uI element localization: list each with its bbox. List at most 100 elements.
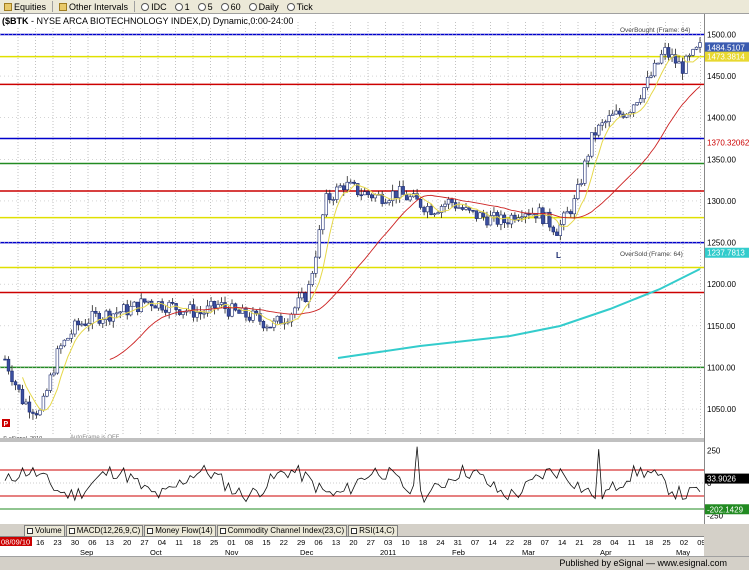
candle-body <box>576 184 580 199</box>
status-bar: Published by eSignal — www.esignal.com <box>0 556 749 570</box>
tab-cci[interactable]: Commodity Channel Index(23,C) <box>216 525 348 536</box>
date-day-label: 08 <box>245 538 253 547</box>
radio-icon <box>197 2 206 11</box>
date-day-label: 30 <box>71 538 79 547</box>
candle-body <box>520 216 524 219</box>
candle-body <box>460 207 465 210</box>
equities-button[interactable]: Equities <box>2 1 48 13</box>
candle-body <box>122 304 126 313</box>
interval-1-radio[interactable]: 1 <box>173 1 192 13</box>
candle-body <box>48 374 53 391</box>
candle-body <box>27 401 32 413</box>
tab-macd[interactable]: MACD(12,26,9,C) <box>65 525 144 536</box>
candle-body <box>677 61 681 64</box>
candle-body <box>537 207 542 219</box>
candle-body <box>432 213 437 216</box>
candle-body <box>370 194 374 199</box>
indicator-tabs: Volume MACD(12,26,9,C) Money Flow(14) Co… <box>0 524 749 536</box>
interval-tick-radio[interactable]: Tick <box>285 1 315 13</box>
candle-body <box>443 203 447 207</box>
candle-body <box>279 315 283 325</box>
price-chart-area[interactable]: OverBought (Frame: 64) OverSold (Frame: 6… <box>0 14 704 524</box>
candle-body <box>383 202 388 205</box>
tab-rsi[interactable]: RSI(14,C) <box>348 525 398 536</box>
candle-body <box>338 185 342 188</box>
candle-body <box>649 75 653 78</box>
date-day-label: 28 <box>523 538 531 547</box>
candle-body <box>694 46 699 50</box>
candle-body <box>153 305 157 309</box>
interval-5-radio[interactable]: 5 <box>196 1 215 13</box>
other-intervals-button[interactable]: Other Intervals <box>57 1 130 13</box>
candle-body <box>422 207 426 213</box>
candle-body <box>6 358 11 372</box>
price-tick-label: 1400.00 <box>707 114 736 123</box>
candle-body <box>425 206 430 213</box>
date-day-label: 27 <box>140 538 148 547</box>
interval-60-radio[interactable]: 60 <box>219 1 243 13</box>
folder-icon <box>59 2 68 11</box>
candle-body <box>450 198 454 203</box>
candle-body <box>335 186 339 200</box>
candle-body <box>181 311 185 315</box>
cci-tick-label: 250 <box>707 447 721 456</box>
candle-body <box>66 338 70 341</box>
date-day-label: 04 <box>610 538 618 547</box>
candle-body <box>583 160 587 184</box>
date-day-label: 24 <box>436 538 444 547</box>
date-day-label: 04 <box>158 538 166 547</box>
cyan-trend-line <box>337 268 701 359</box>
candle-body <box>80 323 84 326</box>
candle-body <box>617 110 622 115</box>
date-day-label: 02 <box>680 538 688 547</box>
tab-money-flow[interactable]: Money Flow(14) <box>144 525 216 536</box>
candle-body <box>366 191 370 196</box>
price-axis: 1500.00 1450.00 1400.00 1350.00 1300.00 1250.… <box>704 14 749 524</box>
candle-body <box>666 47 671 58</box>
date-day-label: 14 <box>558 538 566 547</box>
idc-radio[interactable]: IDC <box>139 1 169 13</box>
candle-body <box>300 292 304 299</box>
price-tick-label: 1300.00 <box>707 197 736 206</box>
candle-body <box>296 297 301 309</box>
candle-body <box>156 301 161 309</box>
candle-body <box>631 104 636 113</box>
date-axis: 08/09/10 16 23 30 06 13 20 27 04 11 18 25 01 08 15 22 29… <box>0 536 706 557</box>
candle-body <box>69 333 74 339</box>
candle-body <box>34 413 39 416</box>
candle-body <box>481 212 486 218</box>
tab-volume[interactable]: Volume <box>24 525 65 536</box>
interval-daily-radio[interactable]: Daily <box>247 1 281 13</box>
candle-body <box>209 300 213 307</box>
candle-body <box>41 395 46 411</box>
date-day-label: 06 <box>88 538 96 547</box>
candle-body <box>10 370 14 383</box>
candle-body <box>219 302 224 305</box>
candle-body <box>198 312 203 315</box>
candle-body <box>652 62 657 77</box>
candle-body <box>24 401 28 405</box>
last-price-tag: 1484.5107 <box>707 43 745 52</box>
candle-body <box>429 206 433 215</box>
candle-body <box>495 212 500 225</box>
candle-body <box>146 300 150 303</box>
overbought-label: OverBought (Frame: 64) <box>620 27 690 34</box>
candle-body <box>52 372 56 376</box>
price-chart[interactable]: OverBought (Frame: 64) OverSold (Frame: 6… <box>0 14 704 524</box>
date-day-label: 18 <box>193 538 201 547</box>
blue-level-tag: 1237.7813 <box>707 249 745 258</box>
candle-body <box>464 207 468 210</box>
first-date-label: 08/09/10 <box>1 538 30 547</box>
date-day-label: 25 <box>210 538 218 547</box>
candle-body <box>55 348 60 374</box>
candle-body <box>275 315 280 322</box>
date-day-label: 07 <box>541 538 549 547</box>
cci-value-tag: 33.9026 <box>707 475 736 484</box>
date-day-label: 16 <box>36 538 44 547</box>
date-day-label: 18 <box>419 538 427 547</box>
candle-body <box>607 115 611 122</box>
candle-body <box>163 309 168 313</box>
candle-body <box>499 214 503 225</box>
candle-body <box>31 411 35 414</box>
candle-body <box>97 313 101 324</box>
